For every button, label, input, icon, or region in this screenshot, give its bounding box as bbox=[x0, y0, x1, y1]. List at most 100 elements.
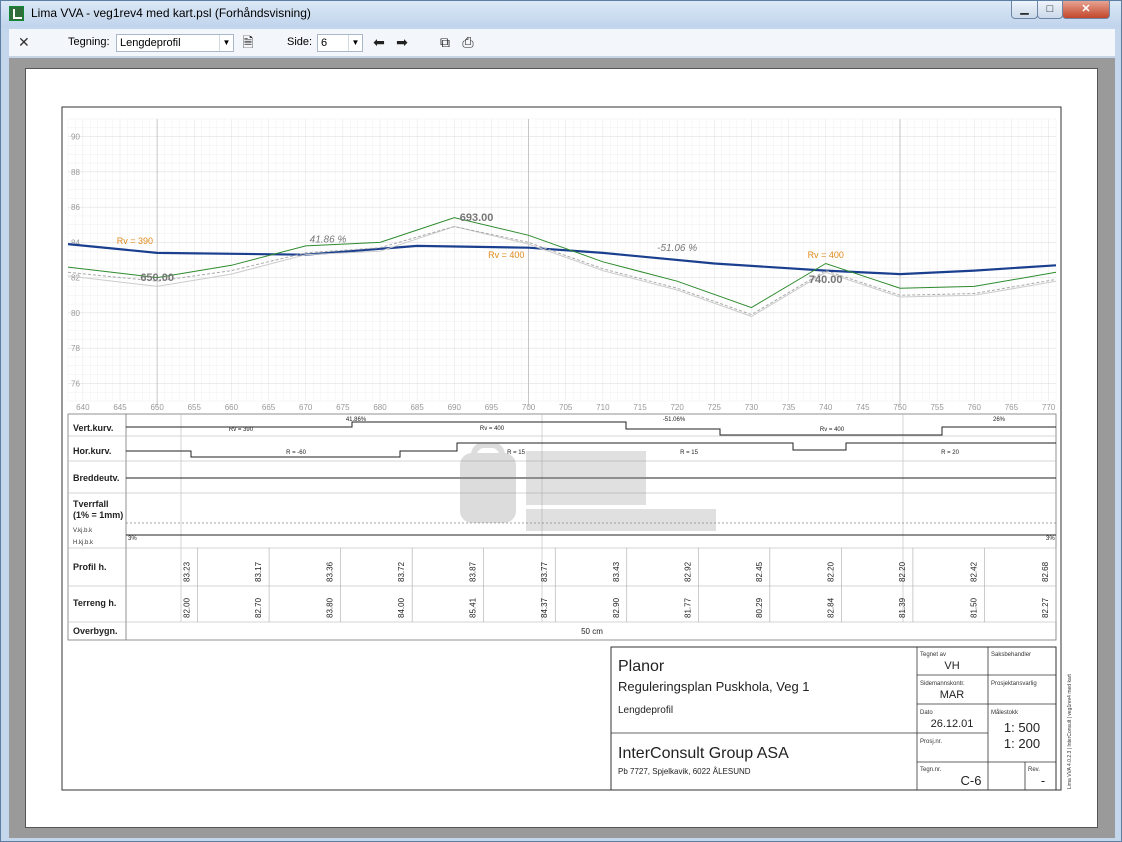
preview-area[interactable]: 90 88 86 84 82 80 78 76 640 645 650 655 660 665 670 675… bbox=[9, 58, 1115, 838]
page-label: Side: bbox=[287, 36, 313, 48]
x-tick-label: 765 bbox=[1005, 403, 1019, 412]
profil-value-cell: 83.43 bbox=[612, 561, 621, 582]
close-preview-icon[interactable]: ✕ bbox=[18, 34, 30, 51]
tb-tegnet-value: VH bbox=[944, 660, 959, 672]
profil-value-cell: 82.92 bbox=[683, 561, 692, 582]
terreng-value-cell: 84.37 bbox=[540, 597, 549, 618]
chart-annotation: 693.00 bbox=[460, 212, 494, 224]
drawing-label: Tegning: bbox=[68, 36, 110, 48]
print-icon[interactable]: ⎙ bbox=[459, 34, 477, 51]
profil-value-cell: 82.68 bbox=[1041, 561, 1050, 582]
y-tick-label: 78 bbox=[71, 344, 80, 353]
paper-page: 90 88 86 84 82 80 78 76 640 645 650 655 660 665 670 675… bbox=[25, 68, 1098, 828]
band-label-breddeutv: Breddeutv. bbox=[73, 473, 119, 483]
x-tick-label: 725 bbox=[708, 403, 722, 412]
previous-page-button[interactable]: ⬅ bbox=[370, 34, 388, 51]
tb-rev-value: - bbox=[1041, 773, 1045, 788]
tb-address: Pb 7727, Spjelkavik, 6022 ÅLESUND bbox=[618, 767, 751, 776]
band-label-hor: Hor.kurv. bbox=[73, 446, 111, 456]
y-tick-label: 86 bbox=[71, 203, 80, 212]
title-bar[interactable]: Lima VVA - veg1rev4 med kart.psl (Forhån… bbox=[1, 1, 1121, 27]
terreng-value-cell: 83.80 bbox=[326, 597, 335, 618]
profil-value-cell: 83.77 bbox=[540, 561, 549, 582]
profil-value-cell: 83.72 bbox=[397, 561, 406, 582]
vert-label-grade1: 41.86% bbox=[346, 417, 367, 423]
x-tick-label: 650 bbox=[150, 403, 164, 412]
y-tick-label: 82 bbox=[71, 274, 80, 283]
band-label-hkj: H.kj.b.k bbox=[73, 540, 94, 546]
band-label-vkj: V.kj.b.k bbox=[73, 528, 93, 534]
terreng-values: 82.00 82.70 83.80 84.00 85.41 84.37 82.90 81.77… bbox=[183, 586, 1057, 622]
tb-rev-label: Rev. bbox=[1028, 767, 1040, 773]
band-label-profil: Profil h. bbox=[73, 562, 107, 572]
x-tick-label: 665 bbox=[262, 403, 276, 412]
chart-annotation: 740.00 bbox=[809, 274, 843, 286]
tb-sidemanns-value: MAR bbox=[940, 689, 965, 701]
profile-line-2 bbox=[67, 217, 1057, 309]
properties-icon[interactable]: 🗎 bbox=[239, 34, 257, 51]
vert-label-grade3: 26% bbox=[993, 417, 1006, 423]
profile-line-3 bbox=[67, 225, 1057, 316]
x-tick-label: 640 bbox=[76, 403, 90, 412]
x-tick-label: 710 bbox=[596, 403, 610, 412]
overbygn-value: 50 cm bbox=[581, 627, 603, 636]
chart-annotation: -51.06 % bbox=[657, 243, 697, 254]
copy-icon[interactable]: ⧉ bbox=[436, 34, 454, 51]
watermark-logo bbox=[460, 443, 716, 531]
x-tick-label: 750 bbox=[893, 403, 907, 412]
chevron-down-icon[interactable]: ▼ bbox=[348, 35, 362, 51]
profil-value-cell: 82.20 bbox=[826, 561, 835, 582]
terreng-value-cell: 82.84 bbox=[826, 597, 835, 618]
x-tick-label: 735 bbox=[782, 403, 796, 412]
terreng-value-cell: 85.41 bbox=[469, 597, 478, 618]
band-label-vert: Vert.kurv. bbox=[73, 423, 113, 433]
tb-saksbehandler-label: Saksbehandler bbox=[991, 652, 1031, 658]
profil-values: 83.23 83.17 83.36 83.72 83.87 83.77 83.43 82.92… bbox=[183, 548, 1057, 586]
y-tick-label: 76 bbox=[71, 379, 80, 388]
tb-company: Planor bbox=[618, 658, 665, 675]
chevron-down-icon[interactable]: ▼ bbox=[219, 35, 233, 51]
x-tick-label: 675 bbox=[336, 403, 350, 412]
tb-tegn-label: Tegn.nr. bbox=[920, 767, 942, 773]
terreng-value-cell: 81.39 bbox=[898, 597, 907, 618]
tb-tegn-value: C-6 bbox=[961, 773, 982, 788]
profil-value-cell: 83.17 bbox=[254, 561, 263, 582]
terreng-value-cell: 81.50 bbox=[969, 597, 978, 618]
tverrfall-left: 3% bbox=[128, 536, 137, 542]
vert-label-rv400a: Rv = 400 bbox=[480, 426, 505, 432]
x-tick-label: 730 bbox=[745, 403, 759, 412]
x-tick-label: 700 bbox=[522, 403, 536, 412]
maximize-button[interactable]: □ bbox=[1037, 1, 1063, 19]
drawing-select[interactable]: Lengdeprofil ▼ bbox=[116, 34, 234, 52]
x-tick-label: 685 bbox=[410, 403, 424, 412]
tb-dato-value: 26.12.01 bbox=[931, 718, 974, 730]
tb-sidemanns-label: Sidemannskontr. bbox=[920, 681, 965, 687]
preview-toolbar: ✕ Tegning: Lengdeprofil ▼ 🗎 Side: 6 ▼ ⬅ … bbox=[9, 29, 1115, 57]
page-select-value: 6 bbox=[321, 37, 328, 49]
close-window-button[interactable]: ✕ bbox=[1062, 1, 1110, 19]
side-note: Lima VVA 4.0.2.3 | InterConsult | veg1re… bbox=[1067, 674, 1073, 789]
drawing-select-value: Lengdeprofil bbox=[120, 37, 181, 49]
tb-dato-label: Dato bbox=[920, 710, 933, 716]
x-tick-label: 755 bbox=[930, 403, 944, 412]
x-tick-label: 670 bbox=[299, 403, 313, 412]
next-page-button[interactable]: ➡ bbox=[393, 34, 411, 51]
tb-malestokk-1: 1: 500 bbox=[1004, 720, 1040, 735]
vert-label-grade2: -51.06% bbox=[663, 417, 686, 423]
profil-value-cell: 83.23 bbox=[183, 561, 192, 582]
y-tick-label: 80 bbox=[71, 309, 80, 318]
chart-annotation: 41.86 % bbox=[310, 234, 347, 245]
tb-consultant: InterConsult Group ASA bbox=[618, 745, 789, 762]
page-select[interactable]: 6 ▼ bbox=[317, 34, 363, 52]
minimize-button[interactable]: ▁ bbox=[1011, 1, 1038, 19]
profile-line-offset bbox=[67, 225, 1057, 317]
x-tick-label: 745 bbox=[856, 403, 870, 412]
tb-project: Reguleringsplan Puskhola, Veg 1 bbox=[618, 679, 810, 694]
chart-annotation: 650.00 bbox=[140, 272, 174, 284]
tb-prosj-label: Prosj.nr. bbox=[920, 739, 942, 745]
terreng-value-cell: 82.00 bbox=[183, 597, 192, 618]
tb-drawing: Lengdeprofil bbox=[618, 705, 673, 716]
band-label-overbygn: Overbygn. bbox=[73, 626, 118, 636]
x-tick-label: 695 bbox=[485, 403, 499, 412]
terreng-value-cell: 82.70 bbox=[254, 597, 263, 618]
